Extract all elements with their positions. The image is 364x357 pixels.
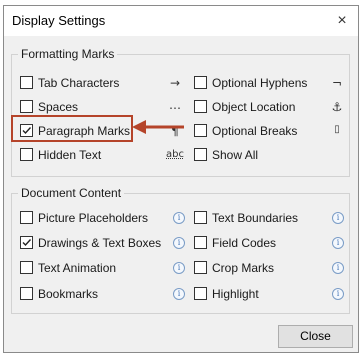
text-boundaries-option[interactable]: Text Boundaries <box>194 210 324 226</box>
object-location-label: Object Location <box>212 100 296 114</box>
info-icon[interactable]: i <box>173 212 185 224</box>
info-icon[interactable]: i <box>332 237 344 249</box>
text-boundaries-label: Text Boundaries <box>212 211 299 225</box>
highlight-option[interactable]: Highlight <box>194 286 324 302</box>
tab-characters-label: Tab Characters <box>38 76 120 90</box>
optional-breaks-label: Optional Breaks <box>212 124 298 138</box>
anchor-icon: ⚓ <box>331 100 343 114</box>
checkmark-icon <box>22 239 32 247</box>
drawings-text-boxes-checkbox[interactable] <box>20 236 33 249</box>
optional-hyphen-icon: ¬ <box>331 76 343 90</box>
picture-placeholders-option[interactable]: Picture Placeholders <box>20 210 180 226</box>
spaces-label: Spaces <box>38 100 79 114</box>
tab-characters-option[interactable]: Tab Characters <box>20 75 180 91</box>
drawings-text-boxes-label: Drawings & Text Boxes <box>38 236 162 250</box>
field-codes-label: Field Codes <box>212 236 277 250</box>
object-location-option[interactable]: Object Location <box>194 99 314 115</box>
bookmarks-option[interactable]: Bookmarks <box>20 286 180 302</box>
crop-marks-option[interactable]: Crop Marks <box>194 260 324 276</box>
tab-characters-checkbox[interactable] <box>20 76 33 89</box>
object-location-checkbox[interactable] <box>194 100 207 113</box>
info-icon[interactable]: i <box>173 237 185 249</box>
picture-placeholders-checkbox[interactable] <box>20 211 33 224</box>
drawings-text-boxes-option[interactable]: Drawings & Text Boxes <box>20 235 180 251</box>
annotation-arrow-icon <box>132 120 184 134</box>
show-all-option[interactable]: Show All <box>194 147 314 163</box>
show-all-checkbox[interactable] <box>194 148 207 161</box>
space-dots-icon: … <box>169 98 181 112</box>
optional-hyphens-option[interactable]: Optional Hyphens <box>194 75 314 91</box>
info-icon[interactable]: i <box>173 262 185 274</box>
bookmarks-checkbox[interactable] <box>20 287 33 300</box>
display-settings-dialog: Display Settings × Formatting Marks Tab … <box>3 5 359 353</box>
document-content-title: Document Content <box>18 186 125 200</box>
optional-hyphens-checkbox[interactable] <box>194 76 207 89</box>
spaces-checkbox[interactable] <box>20 100 33 113</box>
field-codes-checkbox[interactable] <box>194 236 207 249</box>
hidden-text-checkbox[interactable] <box>20 148 33 161</box>
title-bar: Display Settings × <box>4 6 358 36</box>
bookmarks-label: Bookmarks <box>38 287 99 301</box>
highlight-checkbox[interactable] <box>194 287 207 300</box>
optional-breaks-option[interactable]: Optional Breaks <box>194 123 314 139</box>
optional-hyphens-label: Optional Hyphens <box>212 76 308 90</box>
crop-marks-checkbox[interactable] <box>194 261 207 274</box>
text-animation-option[interactable]: Text Animation <box>20 260 180 276</box>
text-animation-label: Text Animation <box>38 261 117 275</box>
hidden-text-option[interactable]: Hidden Text <box>20 147 180 163</box>
paragraph-marks-highlight <box>11 115 133 142</box>
info-icon[interactable]: i <box>332 288 344 300</box>
optional-break-icon: ▯ <box>334 124 340 135</box>
document-content-group: Document Content Picture Placeholders i … <box>11 186 350 314</box>
hidden-text-label: Hidden Text <box>38 148 102 162</box>
highlight-label: Highlight <box>212 287 259 301</box>
picture-placeholders-label: Picture Placeholders <box>38 211 149 225</box>
text-animation-checkbox[interactable] <box>20 261 33 274</box>
optional-breaks-checkbox[interactable] <box>194 124 207 137</box>
crop-marks-label: Crop Marks <box>212 261 275 275</box>
info-icon[interactable]: i <box>173 288 185 300</box>
info-icon[interactable]: i <box>332 212 344 224</box>
close-button[interactable]: Close <box>278 325 353 348</box>
window-close-icon[interactable]: × <box>331 11 353 33</box>
spaces-option[interactable]: Spaces <box>20 99 180 115</box>
show-all-label: Show All <box>212 148 259 162</box>
formatting-marks-title: Formatting Marks <box>18 47 118 61</box>
dialog-body: Formatting Marks Tab Characters → Spaces… <box>4 36 358 352</box>
info-icon[interactable]: i <box>332 262 344 274</box>
window-title: Display Settings <box>12 13 106 28</box>
hidden-text-icon: abc <box>166 149 184 160</box>
text-boundaries-checkbox[interactable] <box>194 211 207 224</box>
field-codes-option[interactable]: Field Codes <box>194 235 324 251</box>
tab-arrow-icon: → <box>169 76 181 90</box>
